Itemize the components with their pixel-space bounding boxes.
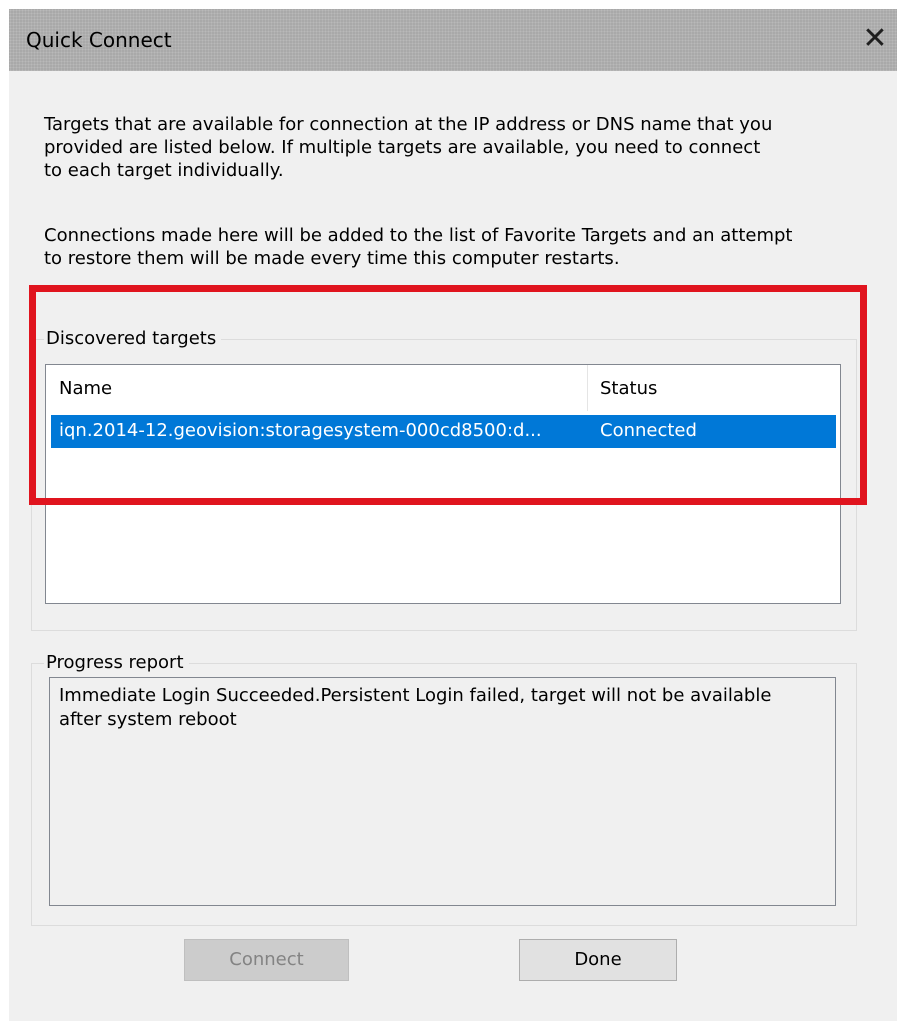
column-header-name[interactable]: Name	[59, 378, 112, 399]
done-button[interactable]: Done	[519, 939, 677, 981]
target-name-cell: iqn.2014-12.geovision:storagesystem-000c…	[59, 420, 542, 441]
column-header-status[interactable]: Status	[600, 378, 657, 399]
connect-button[interactable]: Connect	[184, 939, 349, 981]
intro-paragraph-targets: Targets that are available for connectio…	[44, 114, 773, 181]
discovered-targets-label: Discovered targets	[44, 326, 222, 352]
title-bar[interactable]: Quick Connect ✕	[9, 9, 897, 71]
discovered-targets-list[interactable]: Name Status iqn.2014-12.geovision:storag…	[45, 364, 841, 604]
window-title: Quick Connect	[26, 28, 172, 52]
list-header: Name Status	[46, 365, 840, 411]
target-row-selected[interactable]: iqn.2014-12.geovision:storagesystem-000c…	[51, 415, 836, 448]
progress-report-text[interactable]: Immediate Login Succeeded.Persistent Log…	[49, 677, 836, 906]
progress-report-label: Progress report	[44, 650, 189, 676]
column-divider[interactable]	[587, 365, 588, 411]
intro-paragraph-favorites: Connections made here will be added to t…	[44, 225, 793, 269]
close-icon[interactable]: ✕	[855, 19, 895, 59]
target-status-cell: Connected	[600, 420, 697, 441]
